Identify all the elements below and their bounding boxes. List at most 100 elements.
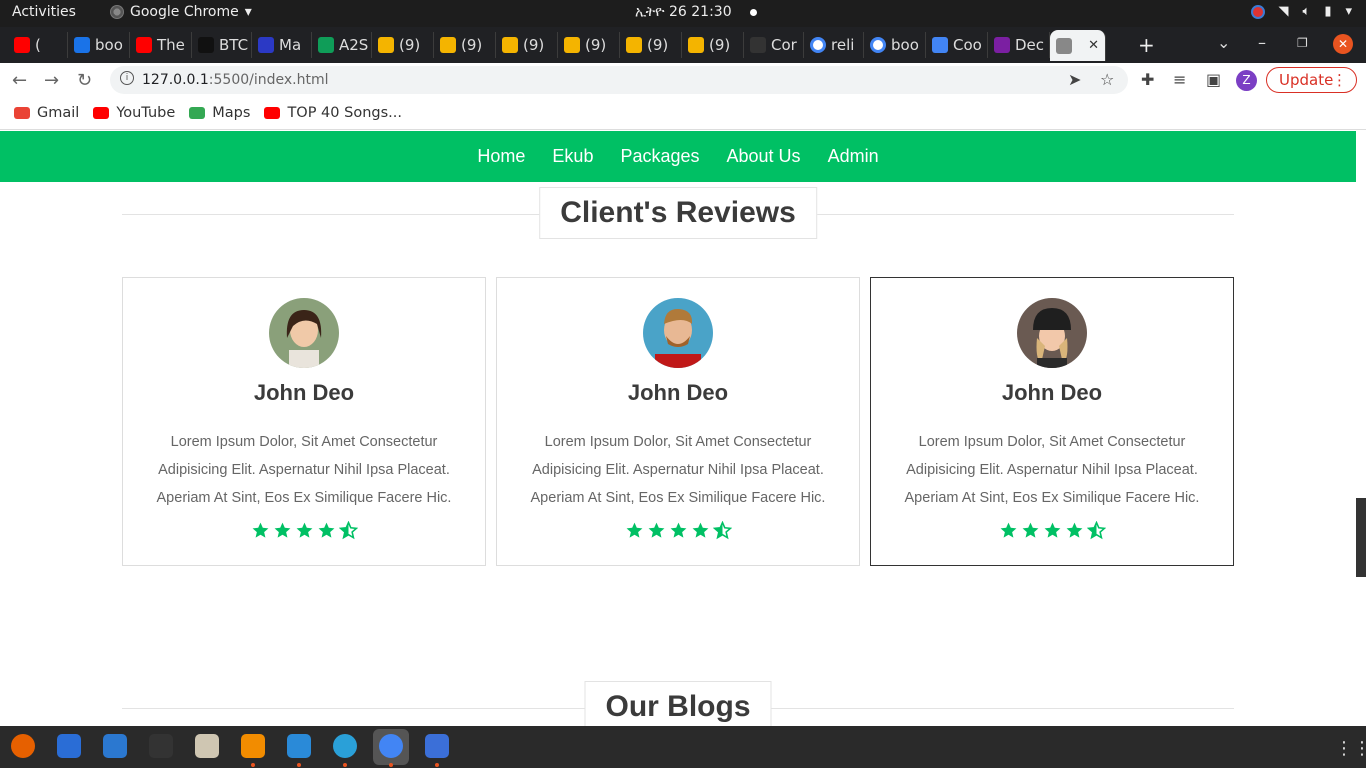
chrome-icon[interactable] — [379, 734, 403, 758]
libreoffice-writer-icon[interactable] — [103, 734, 127, 758]
send-icon[interactable]: ➤ — [1068, 70, 1081, 89]
browser-tab[interactable]: (9) — [620, 32, 682, 58]
bookmark-label: Maps — [212, 105, 251, 121]
bookmark-item[interactable]: YouTube — [93, 105, 175, 121]
tab-title: (9) — [399, 36, 421, 54]
browser-tab[interactable]: (9) — [372, 32, 434, 58]
tab-favicon-icon — [870, 37, 886, 53]
browser-tab[interactable]: Coo — [926, 32, 988, 58]
star-icon — [1021, 521, 1040, 540]
files-icon[interactable] — [195, 734, 219, 758]
notification-dot-icon — [749, 8, 757, 16]
tab-favicon-icon — [564, 37, 580, 53]
firefox-icon[interactable] — [11, 734, 35, 758]
tab-title: (9) — [523, 36, 545, 54]
battery-icon: ▮ — [1324, 4, 1332, 19]
nav-link-admin[interactable]: Admin — [828, 146, 879, 167]
review-text: Lorem Ipsum Dolor, Sit Amet Consectetur … — [530, 434, 826, 506]
browser-tab[interactable]: reli — [804, 32, 864, 58]
restore-window-icon[interactable]: ❐ — [1297, 36, 1308, 50]
tab-favicon-icon — [932, 37, 948, 53]
tab-favicon-icon — [136, 37, 152, 53]
address-bar[interactable]: i 127.0.0.1:5500/index.html ➤ ☆ — [110, 66, 1128, 94]
profile-avatar[interactable]: Z — [1236, 70, 1257, 91]
browser-tab[interactable]: boo — [864, 32, 926, 58]
running-indicator — [251, 763, 255, 767]
extensions-icon[interactable]: ✚ — [1141, 70, 1154, 89]
vscode-icon[interactable] — [287, 734, 311, 758]
nav-link-about-us[interactable]: About Us — [727, 146, 801, 167]
chevron-down-icon: ▾ — [244, 4, 252, 20]
reload-icon[interactable]: ↻ — [77, 70, 92, 91]
reviewer-avatar — [1017, 298, 1087, 368]
nav-link-packages[interactable]: Packages — [620, 146, 699, 167]
star-icon — [669, 521, 688, 540]
nav-link-home[interactable]: Home — [477, 146, 525, 167]
clock-label: ኢትዮ 26 21:30 — [635, 4, 732, 20]
browser-tab[interactable]: BTC — [192, 32, 252, 58]
tab-title: A2S — [339, 36, 369, 54]
clock[interactable]: ኢትዮ 26 21:30 — [635, 4, 757, 20]
star-icon — [691, 521, 710, 540]
app-menu[interactable]: Google Chrome ▾ — [110, 4, 252, 20]
tab-title: BTC — [219, 36, 249, 54]
back-icon[interactable]: ← — [12, 70, 27, 91]
browser-tab[interactable]: (9) — [496, 32, 558, 58]
browser-tab[interactable]: (9) — [434, 32, 496, 58]
nav-link-ekub[interactable]: Ekub — [552, 146, 593, 167]
vlc-icon[interactable] — [241, 734, 265, 758]
tab-title: Dec — [1015, 36, 1045, 54]
browser-tab[interactable]: boo — [68, 32, 130, 58]
browser-tab[interactable]: The — [130, 32, 192, 58]
new-tab-button[interactable]: + — [1138, 33, 1155, 57]
thunderbird-icon[interactable] — [57, 734, 81, 758]
close-tab-icon[interactable]: ✕ — [1088, 38, 1099, 53]
bookmarks-bar: Gmail YouTube Maps TOP 40 Songs... — [0, 97, 1366, 130]
url-path: :5500/index.html — [208, 72, 329, 88]
tab-title: reli — [831, 36, 855, 54]
bookmark-item[interactable]: TOP 40 Songs... — [264, 105, 402, 121]
screen-recorder-icon[interactable] — [1250, 4, 1265, 19]
bookmark-item[interactable]: Gmail — [14, 105, 79, 121]
more-menu-icon: ⋮ — [1332, 71, 1347, 89]
browser-tab[interactable]: ( — [8, 32, 68, 58]
browser-tab[interactable]: ✕ — [1050, 30, 1106, 61]
system-tray[interactable]: ◥ 🔈︎ ▮ ▾ — [1250, 4, 1352, 19]
minimize-window-icon[interactable]: – — [1258, 33, 1266, 52]
browser-tab[interactable]: (9) — [682, 32, 744, 58]
tab-list: (boo The BTC Ma A2S (9) (9) (9) (9) (9) (9) Cor reli… — [8, 30, 1106, 61]
tab-title: ( — [35, 36, 41, 54]
browser-tab[interactable]: (9) — [558, 32, 620, 58]
text-editor-icon[interactable] — [425, 734, 449, 758]
activities-button[interactable]: Activities — [12, 4, 76, 20]
url-text[interactable]: 127.0.0.1:5500/index.html — [142, 72, 329, 88]
site-info-icon[interactable]: i — [120, 71, 134, 85]
tab-title: Ma — [279, 36, 302, 54]
tab-favicon-icon — [74, 37, 90, 53]
telegram-icon[interactable] — [333, 734, 357, 758]
review-card: John Deo Lorem Ipsum Dolor, Sit Amet Cons… — [496, 277, 860, 566]
tab-search-icon[interactable]: ⌄ — [1217, 33, 1230, 52]
show-applications-icon[interactable]: ⋮⋮⋮ — [1335, 738, 1366, 759]
media-controls-icon[interactable]: ≡ — [1173, 70, 1186, 89]
side-panel-icon[interactable]: ▣ — [1206, 70, 1221, 89]
browser-tab[interactable]: Dec — [988, 32, 1050, 58]
browser-tab[interactable]: Cor — [744, 32, 804, 58]
bookmark-favicon-icon — [264, 107, 281, 119]
tab-favicon-icon — [994, 37, 1010, 53]
forward-icon[interactable]: → — [44, 70, 59, 91]
update-button[interactable]: Update ⋮ — [1266, 67, 1357, 93]
reviews-title: Client's Reviews — [539, 187, 817, 239]
terminal-icon[interactable] — [149, 734, 173, 758]
close-window-icon[interactable]: ✕ — [1333, 34, 1353, 54]
tab-favicon-icon — [750, 37, 766, 53]
bookmark-item[interactable]: Maps — [189, 105, 250, 121]
review-text: Lorem Ipsum Dolor, Sit Amet Consectetur … — [156, 434, 452, 506]
url-host: 127.0.0.1 — [142, 72, 209, 88]
page-scrollbar-thumb[interactable] — [1356, 498, 1366, 577]
star-rating — [123, 520, 485, 540]
bookmark-star-icon[interactable]: ☆ — [1100, 70, 1114, 89]
half-star-icon — [712, 520, 732, 540]
browser-tab[interactable]: Ma — [252, 32, 312, 58]
browser-tab[interactable]: A2S — [312, 32, 372, 58]
